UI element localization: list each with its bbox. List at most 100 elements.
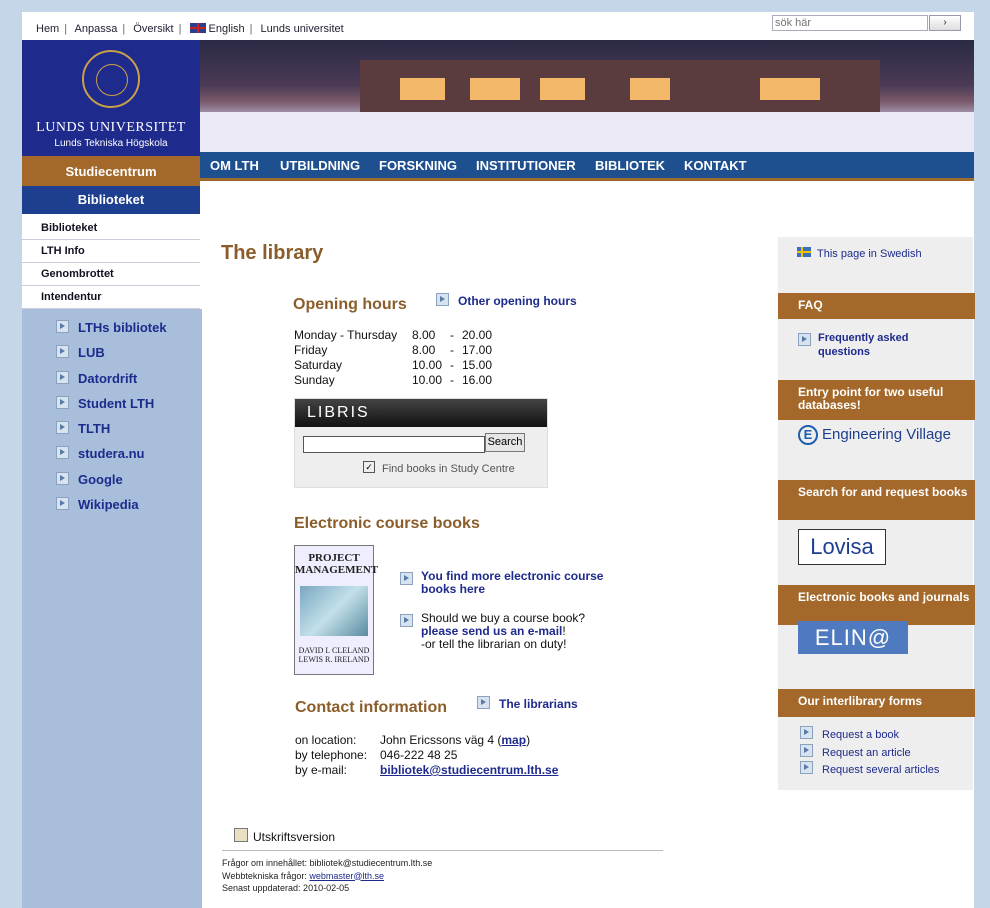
sidebar-link-studera[interactable]: studera.nu	[56, 446, 167, 471]
other-opening-hours-link[interactable]: Other opening hours	[436, 293, 577, 308]
librarians-link[interactable]: The librarians	[477, 696, 578, 711]
sidebar-link-student-lth[interactable]: Student LTH	[56, 395, 167, 421]
sidebar-link-lub[interactable]: LUB	[56, 345, 167, 370]
arrow-icon	[800, 744, 813, 757]
link-english[interactable]: English	[209, 23, 245, 35]
study-centre-checkbox-label: Find books in Study Centre	[382, 463, 515, 475]
faq-link[interactable]: Frequently asked questions	[798, 331, 963, 359]
nav-bibliotek[interactable]: BIBLIOTEK	[595, 158, 665, 173]
header-photo	[200, 40, 974, 152]
sidebar-links: LTHs bibliotek LUB Datordrift Student LT…	[56, 320, 167, 522]
faq-heading: FAQ	[778, 293, 975, 319]
sidebar-link-lths-bibliotek[interactable]: LTHs bibliotek	[56, 320, 167, 345]
main-nav: OM LTH UTBILDNING FORSKNING INSTITUTIONE…	[200, 152, 974, 181]
arrow-icon	[56, 370, 69, 384]
arrow-icon	[56, 320, 69, 333]
link-oversikt[interactable]: Översikt	[133, 23, 173, 35]
search-input[interactable]	[772, 15, 928, 31]
book-title: PROJECT MANAGEMENT	[295, 552, 379, 576]
opening-hours-heading: Opening hours	[293, 296, 407, 313]
lovisa-link[interactable]: Lovisa	[798, 529, 886, 565]
university-seal-icon	[82, 50, 140, 108]
hours-row: Friday 8.00-17.00	[294, 343, 493, 357]
logo-title: LUNDS UNIVERSITET	[36, 120, 186, 135]
link-lunds-universitet[interactable]: Lunds universitet	[261, 23, 344, 35]
sidebar-link-wikipedia[interactable]: Wikipedia	[56, 497, 167, 522]
print-icon	[234, 828, 248, 842]
elin-link[interactable]: ELIN@	[798, 621, 908, 654]
opening-hours-table: Monday - Thursday 8.00-20.00 Friday 8.00-1…	[294, 328, 492, 388]
nav-om-lth[interactable]: OM LTH	[210, 158, 259, 173]
arrow-icon	[56, 471, 69, 485]
footer-last-updated: Senast uppdaterad: 2010-02-05	[222, 883, 350, 893]
arrow-icon	[477, 696, 490, 709]
arrow-icon	[800, 761, 813, 774]
arrow-icon	[56, 421, 69, 435]
libris-search-widget: LIBRIS Search ✓ Find books in Study Cent…	[294, 398, 548, 488]
map-link[interactable]: map	[501, 733, 526, 747]
hours-row: Monday - Thursday 8.00-20.00	[294, 328, 493, 342]
databases-heading: Entry point for two useful databases!	[778, 380, 975, 420]
nav-utbildning[interactable]: UTBILDNING	[280, 158, 360, 173]
webmaster-email-link[interactable]: webmaster@lth.se	[309, 871, 384, 881]
send-email-link[interactable]: please send us an e-mail	[421, 624, 562, 638]
page-title: The library	[221, 242, 324, 264]
sidebar-item-intendentur[interactable]: Intendentur	[22, 286, 200, 309]
sidebar-link-datordrift[interactable]: Datordrift	[56, 370, 167, 396]
nav-kontakt[interactable]: KONTAKT	[684, 158, 747, 173]
request-book-link[interactable]: Request a book	[800, 726, 899, 742]
footer: Frågor om innehållet: bibliotek@studiece…	[222, 858, 433, 893]
link-anpassa[interactable]: Anpassa	[75, 23, 118, 35]
nav-forskning[interactable]: FORSKNING	[379, 158, 457, 173]
footer-content-questions: Frågor om innehållet: bibliotek@studiece…	[222, 858, 433, 868]
elin-heading: Electronic books and journals	[778, 585, 975, 625]
libris-logo: LIBRIS	[295, 399, 547, 427]
swedish-flag-icon	[797, 247, 811, 257]
interlibrary-heading: Our interlibrary forms	[778, 689, 975, 717]
arrow-icon	[436, 293, 449, 306]
arrow-icon	[56, 497, 69, 511]
contact-table: on location: John Ericssons väg 4 (map) b…	[295, 733, 559, 777]
footer-divider	[222, 850, 663, 851]
lovisa-heading: Search for and request books	[778, 480, 975, 520]
arrow-icon	[400, 614, 413, 627]
university-logo[interactable]: LUNDS UNIVERSITET Lunds Tekniska Högskol…	[22, 40, 200, 156]
link-hem[interactable]: Hem	[36, 23, 59, 35]
libris-search-input[interactable]	[303, 436, 485, 453]
print-version-link[interactable]: Utskriftsversion	[234, 828, 335, 844]
swedish-page-link[interactable]: This page in Swedish	[797, 247, 922, 261]
more-ecourse-books-link[interactable]: You find more electronic course books he…	[400, 570, 640, 596]
request-several-articles-link[interactable]: Request several articles	[800, 761, 939, 777]
engineering-village-link[interactable]: E Engineering Village	[798, 425, 951, 445]
sidebar-link-google[interactable]: Google	[56, 471, 167, 497]
arrow-icon	[56, 395, 69, 409]
book-cover-image[interactable]: PROJECT MANAGEMENT DAVID I. CLELAND LEWI…	[294, 545, 379, 675]
arrow-icon	[800, 726, 813, 739]
hours-row: Sunday 10.00-16.00	[294, 373, 493, 387]
nav-institutioner[interactable]: INSTITUTIONER	[476, 158, 576, 173]
sidebar-section-studiecentrum[interactable]: Studiecentrum	[22, 156, 200, 186]
sidebar-current-biblioteket[interactable]: Biblioteket	[22, 186, 200, 214]
electronic-course-books-heading: Electronic course books	[294, 515, 480, 532]
libris-search-button[interactable]: Search	[485, 433, 525, 452]
top-bar: Hem | Anpassa | Översikt | English | Lunds u…	[22, 12, 974, 40]
engineering-village-logo-icon: E	[798, 425, 818, 445]
right-sidebar: This page in Swedish FAQ Frequently aske…	[778, 237, 975, 790]
phone-number: 046-222 48 25	[380, 748, 458, 762]
hours-row: Saturday 10.00-15.00	[294, 358, 493, 372]
book-authors: DAVID I. CLELAND LEWIS R. IRELAND	[298, 646, 370, 664]
sidebar-item-biblioteket[interactable]: Biblioteket	[22, 217, 200, 240]
arrow-icon	[400, 572, 413, 585]
logo-subtitle: Lunds Tekniska Högskola	[54, 138, 168, 149]
buy-course-book-text: Should we buy a course book? please send…	[400, 612, 640, 651]
arrow-icon	[56, 345, 69, 359]
search-button[interactable]: ›	[929, 15, 961, 31]
contact-heading: Contact information	[295, 699, 447, 716]
study-centre-checkbox[interactable]: ✓	[363, 461, 375, 473]
sidebar-item-genombrottet[interactable]: Genombrottet	[22, 263, 200, 286]
sidebar-item-lth-info[interactable]: LTH Info	[22, 240, 200, 263]
sidebar-link-tlth[interactable]: TLTH	[56, 421, 167, 446]
request-article-link[interactable]: Request an article	[800, 744, 911, 760]
library-email-link[interactable]: bibliotek@studiecentrum.lth.se	[380, 763, 558, 777]
arrow-icon	[56, 446, 69, 460]
